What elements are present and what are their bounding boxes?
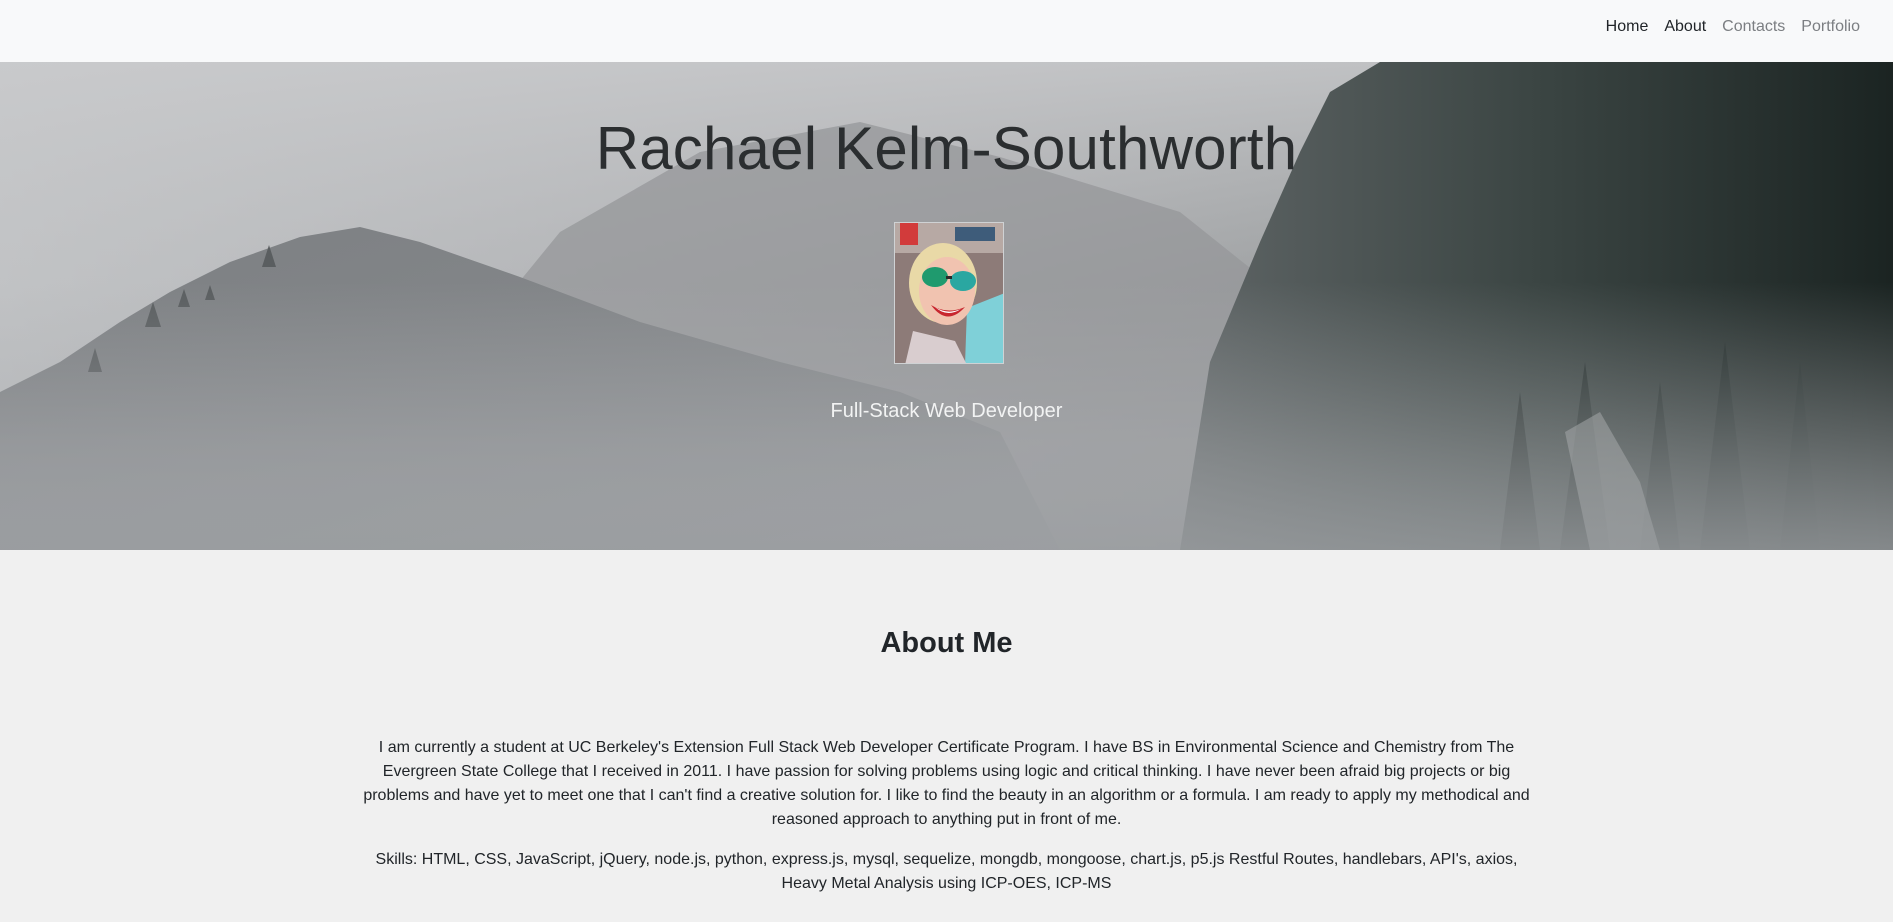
hero-title: Rachael Kelm-Southworth: [595, 115, 1298, 182]
nav-link-about[interactable]: About: [1664, 18, 1706, 35]
profile-photo: [894, 222, 1004, 364]
nav-menu: Home About Contacts Portfolio: [1590, 0, 1860, 54]
navbar: Home About Contacts Portfolio: [0, 0, 1893, 62]
about-bio-paragraph: I am currently a student at UC Berkeley'…: [363, 739, 1530, 828]
nav-link-portfolio[interactable]: Portfolio: [1801, 18, 1860, 35]
hero-banner: Rachael Kelm-Southworth Full-Stack Web D: [0, 62, 1893, 550]
nav-link-contacts[interactable]: Contacts: [1722, 18, 1785, 35]
hero-subtitle: Full-Stack Web Developer: [830, 400, 1063, 422]
nav-link-home[interactable]: Home: [1606, 18, 1649, 35]
skills-paragraph: Skills: HTML, CSS, JavaScript, jQuery, n…: [375, 851, 1518, 892]
about-heading: About Me: [880, 627, 1013, 659]
